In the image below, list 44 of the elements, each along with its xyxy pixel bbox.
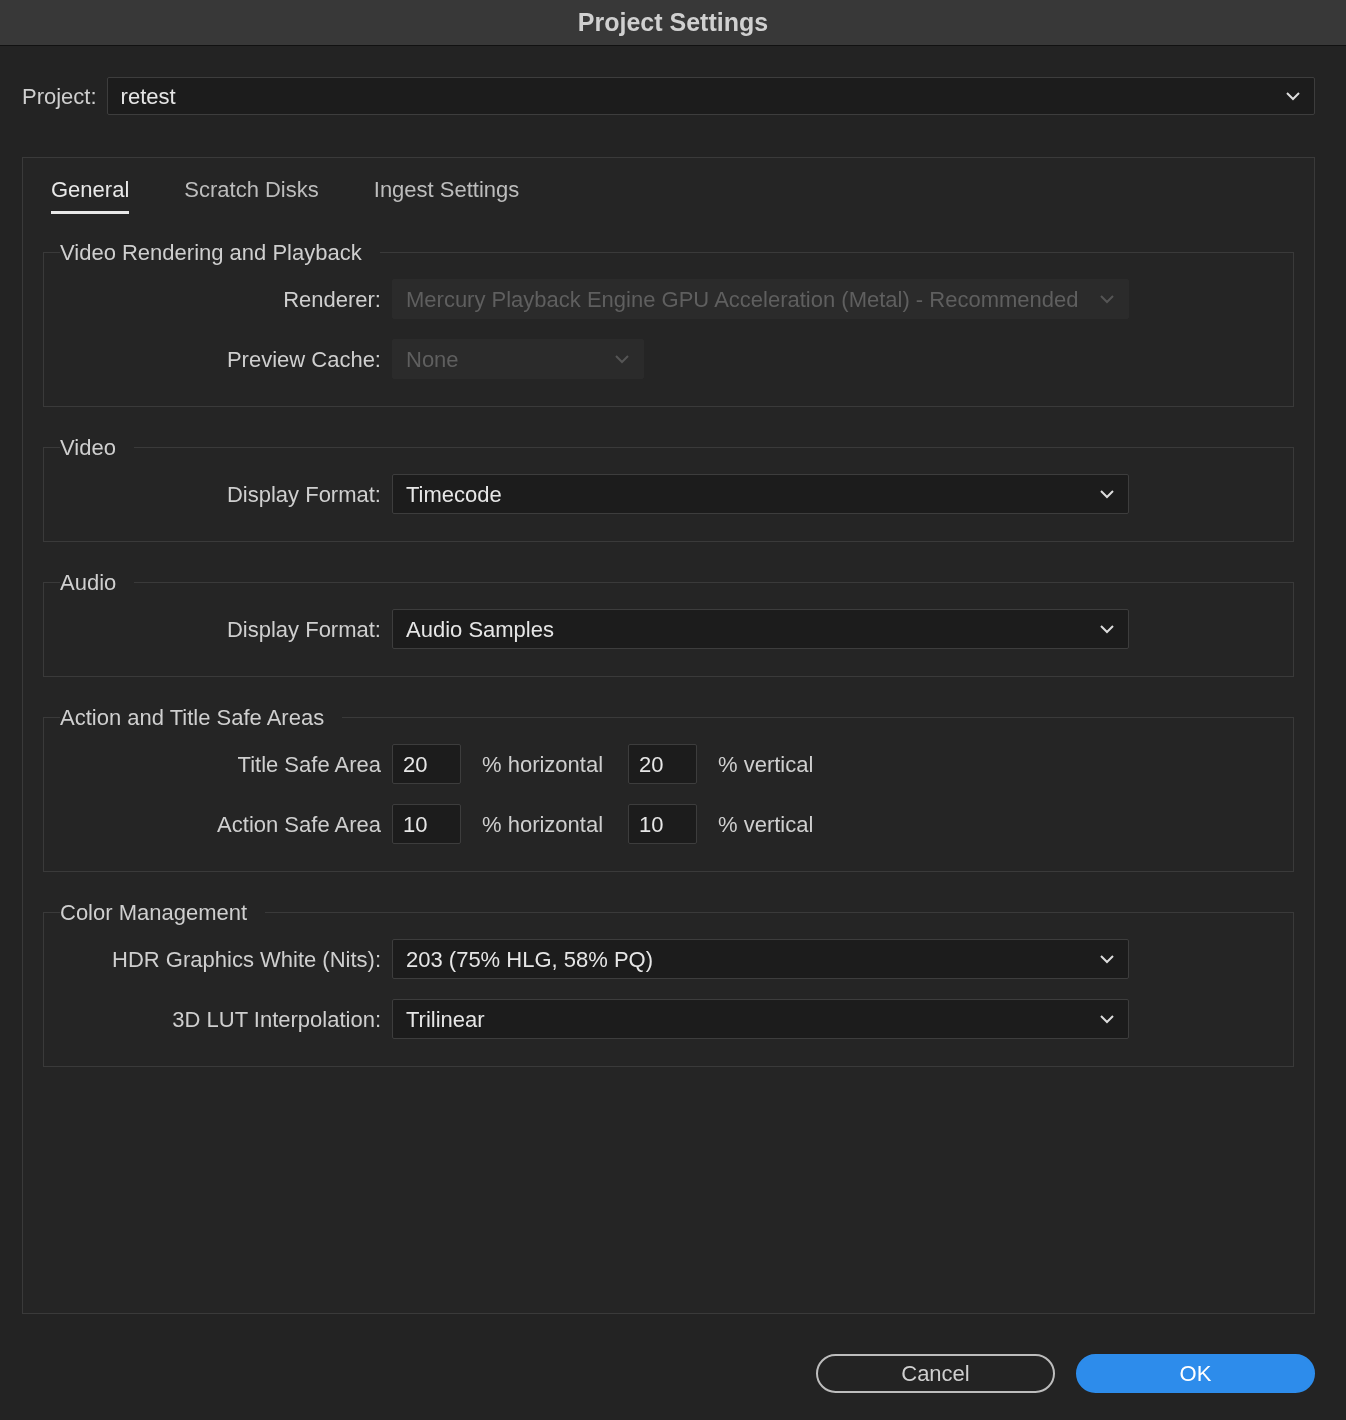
- group-title: Audio: [60, 569, 118, 597]
- field-label: Display Format:: [225, 480, 382, 509]
- chevron-down-icon: [1099, 624, 1115, 634]
- group-title: Video Rendering and Playback: [60, 239, 363, 267]
- dropdown[interactable]: 203 (75% HLG, 58% PQ): [392, 939, 1129, 979]
- tab[interactable]: General: [51, 173, 130, 214]
- field-label: Display Format:: [225, 615, 382, 644]
- chevron-down-icon: [614, 354, 630, 364]
- project-label: Project:: [22, 82, 97, 111]
- cancel-button[interactable]: Cancel: [816, 1354, 1055, 1393]
- field-label: HDR Graphics White (Nits):: [111, 945, 382, 974]
- project-dropdown[interactable]: retest: [106, 77, 1315, 115]
- dropdown[interactable]: Audio Samples: [392, 609, 1129, 649]
- number-field[interactable]: 20: [628, 744, 697, 784]
- chevron-down-icon: [1099, 954, 1115, 964]
- number-field[interactable]: 10: [392, 804, 461, 844]
- chevron-down-icon: [1099, 1014, 1115, 1024]
- unit-label: % horizontal: [481, 810, 605, 839]
- dropdown-value: Timecode: [406, 480, 502, 509]
- group-title: Color Management: [60, 899, 249, 927]
- dropdown[interactable]: Timecode: [392, 474, 1129, 514]
- field-label: Title Safe Area: [236, 750, 382, 779]
- field-label: Action Safe Area: [216, 810, 382, 839]
- tab[interactable]: Ingest Settings: [373, 173, 520, 214]
- chevron-down-icon: [1099, 489, 1115, 499]
- chevron-down-icon: [1285, 91, 1301, 101]
- window-title: Project Settings: [577, 6, 769, 38]
- tab[interactable]: Scratch Disks: [184, 173, 319, 214]
- dropdown-value: retest: [120, 82, 176, 111]
- number-field[interactable]: 10: [628, 804, 697, 844]
- field-label: 3D LUT Interpolation:: [171, 1005, 382, 1034]
- group-title: Action and Title Safe Areas: [60, 704, 326, 732]
- unit-label: % vertical: [717, 750, 814, 779]
- field-label: Renderer:: [282, 285, 382, 314]
- field-label: Preview Cache:: [225, 345, 382, 374]
- unit-label: % vertical: [717, 810, 814, 839]
- dropdown-value: Audio Samples: [406, 615, 554, 644]
- chevron-down-icon: [1099, 294, 1115, 304]
- number-field[interactable]: 20: [392, 744, 461, 784]
- dropdown-value: Trilinear: [406, 1005, 485, 1034]
- group-title: Video: [60, 434, 117, 462]
- dropdown-value: 203 (75% HLG, 58% PQ): [406, 945, 653, 974]
- unit-label: % horizontal: [481, 750, 605, 779]
- dropdown[interactable]: Trilinear: [392, 999, 1129, 1039]
